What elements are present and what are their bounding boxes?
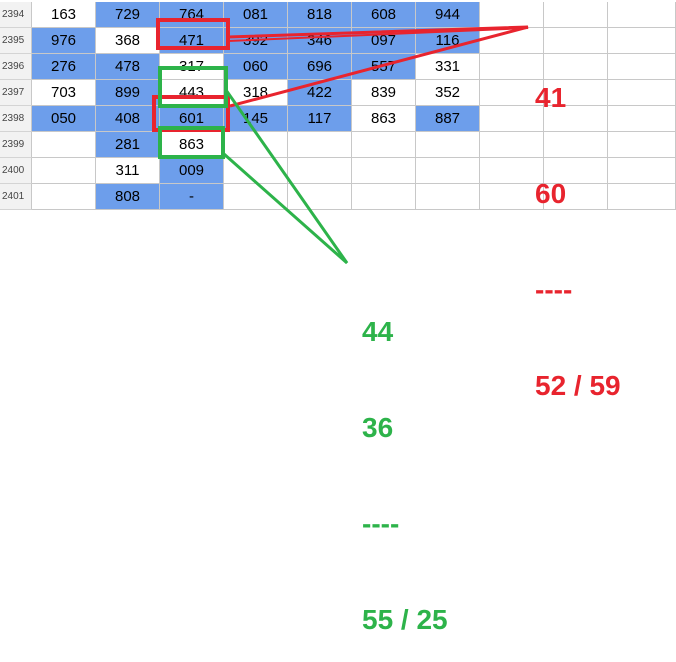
table-cell[interactable] — [288, 158, 352, 184]
table-cell[interactable] — [608, 2, 676, 28]
table-cell[interactable]: 863 — [352, 106, 416, 132]
table-cell[interactable] — [416, 132, 480, 158]
red-annotation-line-2: 60 — [535, 178, 567, 209]
row-header[interactable]: 2400 — [0, 158, 32, 184]
table-cell[interactable]: 097 — [352, 28, 416, 54]
table-cell[interactable]: 696 — [288, 54, 352, 80]
table-cell[interactable]: 601 — [160, 106, 224, 132]
table-cell[interactable]: 764 — [160, 2, 224, 28]
row-header[interactable]: 2396 — [0, 54, 32, 80]
table-cell[interactable]: 818 — [288, 2, 352, 28]
table-cell[interactable]: 408 — [96, 106, 160, 132]
table-cell[interactable]: 117 — [288, 106, 352, 132]
table-cell[interactable]: 009 — [160, 158, 224, 184]
red-annotation-line-1: 41 — [535, 82, 567, 113]
table-cell[interactable]: 163 — [32, 2, 96, 28]
table-cell[interactable]: 331 — [416, 54, 480, 80]
table-cell[interactable] — [224, 158, 288, 184]
table-cell[interactable] — [32, 184, 96, 210]
table-cell[interactable] — [288, 184, 352, 210]
red-annotation-line-3: ---- — [535, 274, 573, 305]
table-cell[interactable]: 368 — [96, 28, 160, 54]
table-cell[interactable]: 944 — [416, 2, 480, 28]
table-cell[interactable]: 422 — [288, 80, 352, 106]
table-cell[interactable] — [416, 158, 480, 184]
row-header[interactable]: 2399 — [0, 132, 32, 158]
table-cell[interactable]: 392 — [224, 28, 288, 54]
table-cell[interactable] — [288, 132, 352, 158]
row-header[interactable]: 2401 — [0, 184, 32, 210]
green-annotation-line-4: 55 / 25 — [362, 604, 448, 635]
table-cell[interactable] — [224, 132, 288, 158]
table-cell[interactable]: 317 — [160, 54, 224, 80]
table-cell[interactable] — [416, 184, 480, 210]
row-header[interactable]: 2394 — [0, 2, 32, 28]
table-cell[interactable]: - — [160, 184, 224, 210]
table-cell[interactable]: 311 — [96, 158, 160, 184]
red-annotation: 41 60 ---- 52 / 59 — [535, 28, 621, 428]
table-cell[interactable]: 471 — [160, 28, 224, 54]
table-cell[interactable]: 145 — [224, 106, 288, 132]
table-cell[interactable]: 443 — [160, 80, 224, 106]
green-annotation-line-2: 36 — [362, 412, 394, 443]
table-cell[interactable]: 081 — [224, 2, 288, 28]
table-cell[interactable]: 060 — [224, 54, 288, 80]
row-header[interactable]: 2397 — [0, 80, 32, 106]
table-cell[interactable] — [32, 158, 96, 184]
table-cell[interactable]: 899 — [96, 80, 160, 106]
table-cell[interactable]: 608 — [352, 2, 416, 28]
green-annotation: 44 36 ---- 55 / 25 — [362, 262, 448, 662]
table-cell[interactable]: 281 — [96, 132, 160, 158]
table-cell[interactable]: 318 — [224, 80, 288, 106]
table-cell[interactable]: 478 — [96, 54, 160, 80]
table-cell[interactable] — [480, 2, 544, 28]
green-annotation-line-1: 44 — [362, 316, 394, 347]
table-cell[interactable] — [32, 132, 96, 158]
table-cell[interactable]: 116 — [416, 28, 480, 54]
table-cell[interactable]: 352 — [416, 80, 480, 106]
table-cell[interactable]: 839 — [352, 80, 416, 106]
table-cell[interactable]: 729 — [96, 2, 160, 28]
table-cell[interactable]: 863 — [160, 132, 224, 158]
row-header[interactable]: 2398 — [0, 106, 32, 132]
table-cell[interactable] — [352, 184, 416, 210]
table-cell[interactable]: 276 — [32, 54, 96, 80]
table-cell[interactable] — [352, 132, 416, 158]
table-cell[interactable]: 557 — [352, 54, 416, 80]
table-cell[interactable] — [544, 2, 608, 28]
green-annotation-line-3: ---- — [362, 508, 400, 539]
table-cell[interactable]: 887 — [416, 106, 480, 132]
red-annotation-line-4: 52 / 59 — [535, 370, 621, 401]
table-cell[interactable]: 976 — [32, 28, 96, 54]
row-header[interactable]: 2395 — [0, 28, 32, 54]
table-cell[interactable] — [352, 158, 416, 184]
table-cell[interactable]: 346 — [288, 28, 352, 54]
table-cell[interactable] — [224, 184, 288, 210]
table-cell[interactable]: 808 — [96, 184, 160, 210]
table-cell[interactable]: 703 — [32, 80, 96, 106]
table-cell[interactable]: 050 — [32, 106, 96, 132]
